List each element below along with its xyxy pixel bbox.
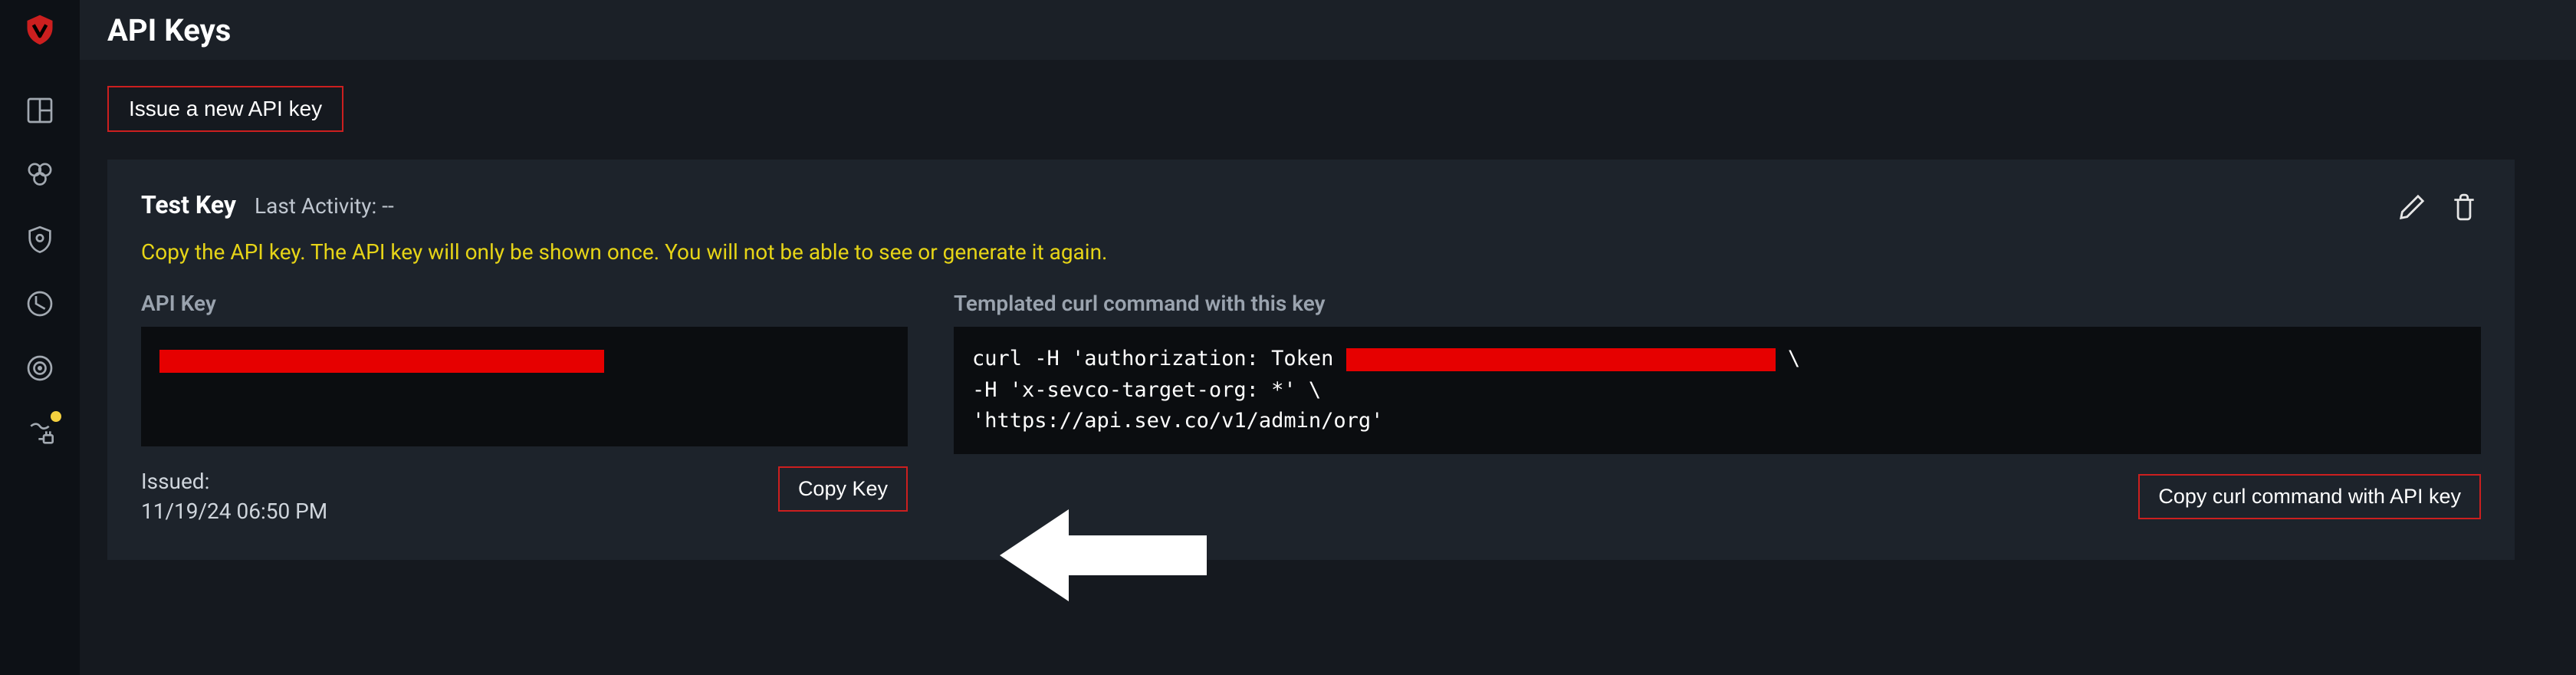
curl-label: Templated curl command with this key xyxy=(954,291,2481,316)
topbar: API Keys xyxy=(80,0,2576,60)
activity-icon[interactable] xyxy=(23,287,57,321)
copy-curl-button[interactable]: Copy curl command with API key xyxy=(2138,474,2481,519)
targets-icon[interactable] xyxy=(23,351,57,385)
sidebar xyxy=(0,0,80,675)
inventory-icon[interactable] xyxy=(23,158,57,192)
last-activity-label: Last Activity: -- xyxy=(255,193,394,219)
copy-key-button[interactable]: Copy Key xyxy=(778,466,908,512)
redacted-token xyxy=(1346,348,1776,371)
api-key-name: Test Key xyxy=(141,190,236,219)
curl-line-1-suffix: \ xyxy=(1776,347,1801,370)
copy-warning-text: Copy the API key. The API key will only … xyxy=(141,239,2481,265)
page-title: API Keys xyxy=(107,12,231,48)
issued-label: Issued: xyxy=(141,469,209,494)
dashboard-icon[interactable] xyxy=(23,94,57,127)
curl-line-2: -H 'x-sevco-target-org: *' \ xyxy=(972,378,1321,402)
curl-command-box[interactable]: curl -H 'authorization: Token \ -H 'x-se… xyxy=(954,327,2481,454)
redacted-api-key xyxy=(159,350,604,373)
main-content: API Keys Issue a new API key Test Key La… xyxy=(80,0,2576,675)
issued-block: Issued: 11/19/24 06:50 PM xyxy=(141,466,327,526)
curl-column: Templated curl command with this key cur… xyxy=(954,291,2481,526)
api-key-column: API Key Issued: 11/19/24 06:50 PM Copy K… xyxy=(141,291,908,526)
security-icon[interactable] xyxy=(23,222,57,256)
curl-line-3: 'https://api.sev.co/v1/admin/org' xyxy=(972,409,1383,433)
content-area: Issue a new API key Test Key Last Activi… xyxy=(80,60,2576,675)
edit-icon[interactable] xyxy=(2395,190,2429,224)
issued-value: 11/19/24 06:50 PM xyxy=(141,499,327,524)
api-key-label: API Key xyxy=(141,291,908,316)
issue-new-api-key-button[interactable]: Issue a new API key xyxy=(107,86,343,132)
notification-dot-icon xyxy=(51,411,61,422)
delete-icon[interactable] xyxy=(2447,190,2481,224)
integrations-icon[interactable] xyxy=(23,416,57,449)
api-key-value-box[interactable] xyxy=(141,327,908,446)
brand-logo-icon[interactable] xyxy=(21,11,58,48)
curl-line-1-prefix: curl -H 'authorization: Token xyxy=(972,347,1333,370)
api-key-card: Test Key Last Activity: -- Copy the API … xyxy=(107,160,2515,560)
